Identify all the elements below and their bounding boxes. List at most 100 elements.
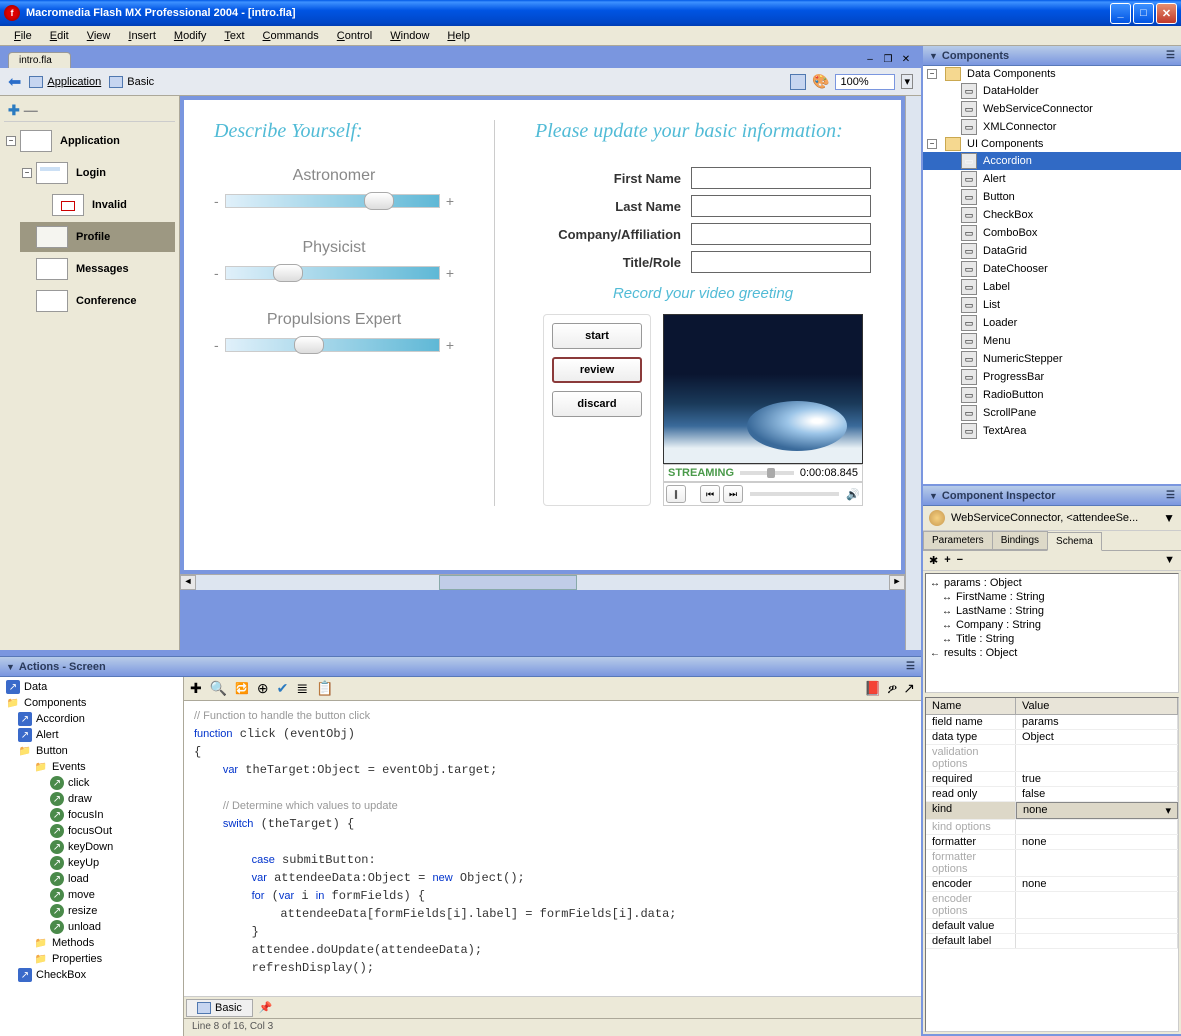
collapse-arrow-icon[interactable]: ▼ bbox=[929, 51, 938, 61]
zoom-input[interactable] bbox=[835, 74, 895, 90]
expander-icon[interactable]: − bbox=[6, 136, 16, 146]
reference-icon[interactable]: 📕 bbox=[864, 680, 881, 697]
add-icon[interactable]: ✚ bbox=[190, 680, 202, 697]
replace-icon[interactable]: 🔁 bbox=[235, 682, 249, 695]
add-item-icon[interactable]: ✱ bbox=[929, 554, 938, 567]
property-row[interactable]: kindnone▾ bbox=[926, 802, 1178, 820]
tab-schema[interactable]: Schema bbox=[1047, 532, 1102, 551]
component-alert[interactable]: ▭Alert bbox=[923, 170, 1181, 188]
property-row[interactable]: data typeObject bbox=[926, 730, 1178, 745]
menu-dropdown-icon[interactable]: ▼ bbox=[1164, 554, 1175, 567]
menu-file[interactable]: File bbox=[6, 28, 40, 44]
collapse-arrow-icon[interactable]: ▼ bbox=[6, 662, 15, 672]
horizontal-scrollbar[interactable]: ◄► bbox=[180, 574, 905, 590]
slider-track[interactable] bbox=[225, 338, 440, 352]
toolbox-item-components[interactable]: 📁Components bbox=[2, 695, 181, 711]
last-name-input[interactable] bbox=[691, 195, 871, 217]
schema-item[interactable]: ↔Company : String bbox=[928, 618, 1176, 632]
toolbox-item-move[interactable]: ↗move bbox=[2, 887, 181, 903]
screen-node-profile[interactable]: Profile bbox=[20, 222, 175, 252]
component-xmlconnector[interactable]: ▭XMLConnector bbox=[923, 118, 1181, 136]
property-value[interactable]: true bbox=[1016, 772, 1178, 786]
discard-button[interactable]: discard bbox=[552, 391, 642, 417]
slider-thumb[interactable] bbox=[364, 192, 394, 210]
toolbox-item-resize[interactable]: ↗resize bbox=[2, 903, 181, 919]
pin-icon[interactable]: 📌 bbox=[259, 1001, 273, 1014]
component-progressbar[interactable]: ▭ProgressBar bbox=[923, 368, 1181, 386]
schema-item[interactable]: ↔params : Object bbox=[928, 576, 1176, 590]
menu-help[interactable]: Help bbox=[439, 28, 478, 44]
remove-screen-icon[interactable]: — bbox=[24, 102, 38, 119]
edit-symbol-icon[interactable]: 🎨 bbox=[812, 73, 829, 90]
pause-icon[interactable]: ∥ bbox=[666, 485, 686, 503]
expander-icon[interactable]: − bbox=[927, 69, 937, 79]
panel-menu-icon[interactable]: ☰ bbox=[1166, 490, 1175, 501]
screen-node-messages[interactable]: Messages bbox=[20, 254, 175, 284]
slider-track[interactable] bbox=[225, 194, 440, 208]
volume-icon[interactable]: 🔊 bbox=[846, 488, 860, 501]
property-value[interactable] bbox=[1016, 934, 1178, 948]
code-editor[interactable]: // Function to handle the button click f… bbox=[184, 701, 921, 996]
menu-commands[interactable]: Commands bbox=[255, 28, 327, 44]
maximize-button[interactable]: □ bbox=[1133, 3, 1154, 24]
first-name-input[interactable] bbox=[691, 167, 871, 189]
components-panel-header[interactable]: ▼ Components ☰ bbox=[923, 46, 1181, 66]
tab-bindings[interactable]: Bindings bbox=[992, 531, 1048, 550]
document-tab[interactable]: intro.fla bbox=[8, 52, 71, 68]
menu-view[interactable]: View bbox=[79, 28, 119, 44]
slider-thumb[interactable] bbox=[294, 336, 324, 354]
tab-parameters[interactable]: Parameters bbox=[923, 531, 993, 550]
property-row[interactable]: encodernone bbox=[926, 877, 1178, 892]
toolbox-item-properties[interactable]: 📁Properties bbox=[2, 951, 181, 967]
doc-restore-button[interactable]: ❐ bbox=[881, 54, 895, 66]
instance-selector[interactable]: WebServiceConnector, <attendeeSe... bbox=[951, 512, 1138, 524]
screen-node-login[interactable]: −Login bbox=[20, 158, 175, 188]
component-textarea[interactable]: ▭TextArea bbox=[923, 422, 1181, 440]
panel-menu-icon[interactable]: ☰ bbox=[1166, 50, 1175, 61]
schema-item[interactable]: ↔LastName : String bbox=[928, 604, 1176, 618]
panel-menu-icon[interactable]: ☰ bbox=[906, 661, 915, 672]
screen-node-application[interactable]: −Application bbox=[4, 126, 175, 156]
property-value[interactable]: params bbox=[1016, 715, 1178, 729]
toolbox-item-draw[interactable]: ↗draw bbox=[2, 791, 181, 807]
component-checkbox[interactable]: ▭CheckBox bbox=[923, 206, 1181, 224]
component-webserviceconnector[interactable]: ▭WebServiceConnector bbox=[923, 100, 1181, 118]
property-value[interactable]: Object bbox=[1016, 730, 1178, 744]
edit-scene-icon[interactable] bbox=[790, 74, 806, 90]
property-value[interactable]: false bbox=[1016, 787, 1178, 801]
show-codehint-icon[interactable]: 📋 bbox=[316, 680, 333, 697]
company-affiliation-input[interactable] bbox=[691, 223, 871, 245]
toolbox-item-data[interactable]: ↗Data bbox=[2, 679, 181, 695]
component-group[interactable]: −Data Components bbox=[923, 66, 1181, 82]
screen-node-invalid[interactable]: Invalid bbox=[36, 190, 175, 220]
column-header-value[interactable]: Value bbox=[1016, 698, 1178, 714]
next-icon[interactable]: ⏭ bbox=[723, 485, 743, 503]
menu-control[interactable]: Control bbox=[329, 28, 380, 44]
toolbox-item-keydown[interactable]: ↗keyDown bbox=[2, 839, 181, 855]
property-value[interactable]: none bbox=[1016, 877, 1178, 891]
toolbox-item-methods[interactable]: 📁Methods bbox=[2, 935, 181, 951]
minimize-button[interactable]: _ bbox=[1110, 3, 1131, 24]
toolbox-item-unload[interactable]: ↗unload bbox=[2, 919, 181, 935]
property-value[interactable]: none bbox=[1016, 835, 1178, 849]
debug-options-icon[interactable]: ዎ bbox=[887, 680, 897, 697]
add-icon[interactable]: + bbox=[944, 554, 950, 567]
prev-icon[interactable]: ⏮ bbox=[700, 485, 720, 503]
component-label[interactable]: ▭Label bbox=[923, 278, 1181, 296]
component-accordion[interactable]: ▭Accordion bbox=[923, 152, 1181, 170]
slider-track[interactable] bbox=[225, 266, 440, 280]
toolbox-item-keyup[interactable]: ↗keyUp bbox=[2, 855, 181, 871]
expander-icon[interactable]: − bbox=[22, 168, 32, 178]
property-row[interactable]: formatternone bbox=[926, 835, 1178, 850]
check-syntax-icon[interactable]: ✔ bbox=[277, 680, 289, 697]
doc-minimize-button[interactable]: – bbox=[863, 54, 877, 66]
toolbox-item-button[interactable]: 📁Button bbox=[2, 743, 181, 759]
component-button[interactable]: ▭Button bbox=[923, 188, 1181, 206]
slider-thumb[interactable] bbox=[273, 264, 303, 282]
add-screen-icon[interactable]: ✚ bbox=[8, 102, 20, 119]
toolbox-item-events[interactable]: 📁Events bbox=[2, 759, 181, 775]
toolbox-item-load[interactable]: ↗load bbox=[2, 871, 181, 887]
component-loader[interactable]: ▭Loader bbox=[923, 314, 1181, 332]
start-button[interactable]: start bbox=[552, 323, 642, 349]
component-scrollpane[interactable]: ▭ScrollPane bbox=[923, 404, 1181, 422]
